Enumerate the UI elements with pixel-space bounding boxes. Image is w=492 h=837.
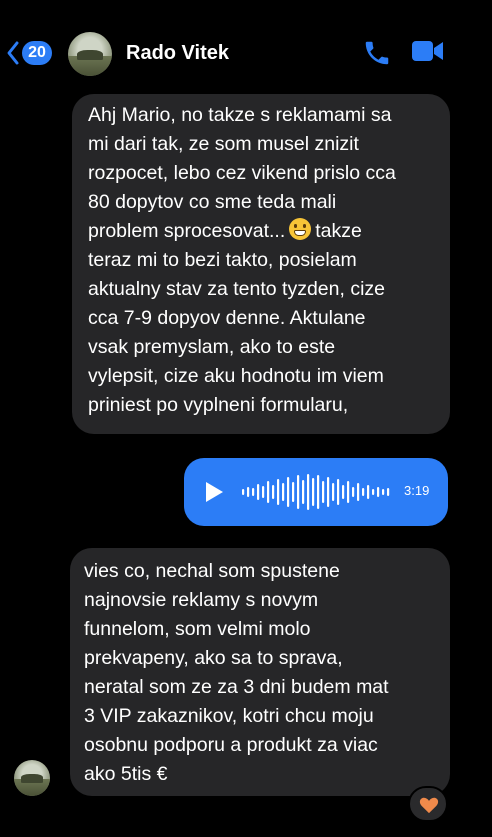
voice-duration: 3:19 [404, 483, 430, 498]
sender-avatar[interactable] [14, 760, 50, 796]
waveform-bar [367, 485, 370, 499]
heart-icon [419, 797, 439, 814]
waveform-bar [372, 489, 375, 495]
back-chevron-icon [7, 41, 19, 65]
grimacing-emoji-icon [289, 218, 312, 240]
contact-avatar[interactable] [68, 32, 112, 76]
contact-name[interactable]: Rado Vitek [126, 42, 229, 65]
voice-message[interactable]: 3:19 [184, 458, 448, 526]
waveform-bar [247, 487, 250, 497]
waveform-bar [337, 479, 340, 505]
incoming-message[interactable]: Ahj Mario, no takze s reklamami sa mi da… [72, 94, 450, 434]
waveform-bar [357, 483, 360, 501]
waveform-bar [292, 482, 295, 502]
waveform-bar [307, 474, 310, 510]
waveform-bar [347, 481, 350, 503]
waveform-bar [277, 479, 280, 505]
waveform-bar [332, 483, 335, 501]
phone-icon[interactable] [362, 38, 392, 68]
chat-header: 20 Rado Vitek [0, 0, 492, 100]
message-reaction[interactable] [408, 786, 448, 822]
waveform-bar [322, 481, 325, 503]
back-button[interactable]: 20 [6, 40, 52, 66]
waveform-bar [262, 486, 265, 498]
waveform-bar [272, 485, 275, 499]
waveform-bar [352, 487, 355, 497]
waveform-bar [282, 483, 285, 501]
video-camera-icon[interactable] [412, 39, 444, 63]
waveform-bar [342, 485, 345, 499]
message-text-continued: takze teraz mi to bezi takto, posielam a… [88, 220, 385, 416]
waveform-bar [382, 489, 385, 495]
waveform-bar [312, 478, 315, 506]
waveform-bar [387, 488, 390, 496]
waveform-bar [362, 488, 365, 496]
waveform-bar [267, 481, 270, 503]
waveform-bar [242, 489, 245, 495]
message-text: vies co, nechal som spustene najnovsie r… [84, 560, 389, 785]
unread-count-badge: 20 [22, 41, 52, 65]
waveform-bar [297, 475, 300, 509]
waveform-bar [327, 477, 330, 507]
waveform-bar [377, 487, 380, 497]
waveform-bar [287, 477, 290, 507]
waveform-bar [302, 480, 305, 504]
audio-waveform [242, 474, 390, 510]
waveform-bar [257, 484, 260, 500]
waveform-bar [317, 475, 320, 509]
incoming-message[interactable]: vies co, nechal som spustene najnovsie r… [70, 548, 450, 796]
play-icon[interactable] [206, 482, 223, 502]
waveform-bar [252, 488, 255, 496]
